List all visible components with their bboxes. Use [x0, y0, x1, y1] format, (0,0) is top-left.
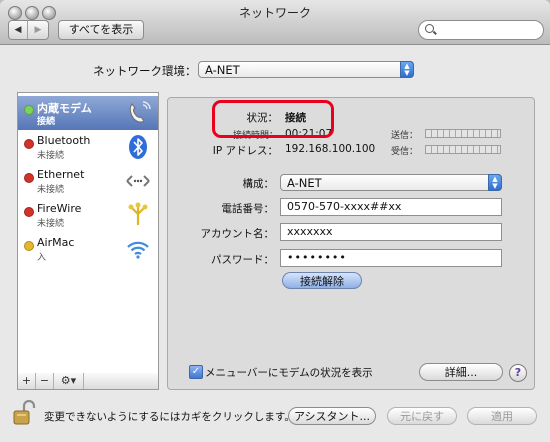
advanced-button[interactable]: 詳細... — [419, 363, 503, 381]
service-status: 未接続 — [37, 185, 65, 195]
service-item-airmac[interactable]: AirMac 入 — [18, 232, 158, 266]
assistant-button[interactable]: アシスタント... — [288, 407, 376, 425]
menubar-status-checkbox[interactable]: ✓ — [189, 365, 203, 379]
lock-icon[interactable] — [12, 398, 36, 426]
chevron-updown-icon: ▲ ▼ — [400, 61, 414, 78]
chevron-updown-icon: ▲ ▼ — [488, 174, 502, 191]
service-name: FireWire — [37, 202, 82, 215]
service-status: 未接続 — [37, 219, 65, 229]
remove-service-button[interactable]: − — [36, 373, 54, 389]
status-dot — [24, 173, 34, 183]
config-value: A-NET — [287, 176, 322, 190]
service-status: 未接続 — [37, 151, 65, 161]
service-list-toolbar: + − ⚙▾ — [17, 373, 159, 390]
receive-activity-indicator — [425, 145, 501, 154]
location-select[interactable]: A-NET ▲ ▼ — [198, 61, 414, 78]
history-nav: ◀ ▶ — [8, 20, 49, 40]
location-value: A-NET — [205, 63, 240, 77]
send-label: 送信： — [390, 131, 418, 141]
window-title: ネットワーク — [238, 6, 311, 20]
modem-detail-panel: 状況： 接続 接続時間： 00:21:07 IP アドレス： 192.168.1… — [167, 97, 535, 390]
service-item-bluetooth[interactable]: Bluetooth 未接続 — [18, 130, 158, 164]
disconnect-button[interactable]: 接続解除 — [282, 272, 362, 289]
show-all-button[interactable]: すべてを表示 — [58, 20, 144, 40]
ip-address-label: IP アドレス： — [212, 145, 278, 157]
lock-hint-text: 変更できないようにするにはカギをクリックします。 — [44, 411, 295, 423]
password-field[interactable]: •••••••• — [280, 249, 502, 267]
firewire-icon — [128, 202, 148, 225]
bluetooth-icon — [129, 135, 147, 159]
phone-number-label: 電話番号： — [221, 203, 275, 215]
status-dot — [24, 139, 34, 149]
status-dot — [24, 207, 34, 217]
search-field[interactable] — [418, 20, 544, 40]
add-service-button[interactable]: + — [18, 373, 36, 389]
gear-icon[interactable]: ⚙▾ — [54, 373, 84, 389]
receive-label: 受信： — [390, 147, 418, 157]
service-name: AirMac — [37, 236, 75, 249]
config-select[interactable]: A-NET ▲ ▼ — [280, 174, 502, 191]
help-button[interactable]: ? — [509, 364, 527, 382]
title-bar: ネットワーク ◀ ▶ すべてを表示 — [0, 0, 550, 45]
service-status: 接続 — [37, 117, 56, 127]
back-button[interactable]: ◀ — [9, 21, 28, 39]
forward-button[interactable]: ▶ — [29, 21, 47, 39]
airmac-icon — [127, 241, 149, 259]
service-name: Ethernet — [37, 168, 85, 181]
account-name-label: アカウント名： — [200, 228, 275, 240]
modem-icon — [129, 101, 151, 123]
revert-button[interactable]: 元に戻す — [387, 407, 457, 425]
service-name: Bluetooth — [37, 134, 91, 147]
status-dot — [24, 241, 34, 251]
ip-address-value: 192.168.100.100 — [285, 143, 376, 155]
password-label: パスワード： — [211, 254, 274, 266]
status-dot — [24, 105, 34, 115]
service-list: 内蔵モデム 接続 Bluetooth 未接続 Ethernet 未接続 Fire… — [17, 92, 159, 374]
location-label: ネットワーク環境： — [93, 64, 197, 78]
phone-number-field[interactable]: 0570-570-xxxx##xx — [280, 198, 502, 216]
config-label: 構成： — [242, 178, 275, 190]
service-item-modem[interactable]: 内蔵モデム 接続 — [18, 96, 158, 130]
status-highlight-annotation — [212, 100, 334, 138]
network-preferences-window: ネットワーク ◀ ▶ すべてを表示 ネットワーク環境： A-NET ▲ ▼ 内蔵モ… — [0, 0, 550, 442]
ethernet-icon — [126, 175, 150, 187]
menubar-status-label: メニューバーにモデムの状況を表示 — [205, 367, 373, 379]
search-icon — [425, 24, 434, 33]
service-item-ethernet[interactable]: Ethernet 未接続 — [18, 164, 158, 198]
service-item-firewire[interactable]: FireWire 未接続 — [18, 198, 158, 232]
account-name-field[interactable]: xxxxxxx — [280, 223, 502, 241]
service-status: 入 — [37, 253, 47, 263]
apply-button[interactable]: 適用 — [467, 407, 537, 425]
send-activity-indicator — [425, 129, 501, 138]
